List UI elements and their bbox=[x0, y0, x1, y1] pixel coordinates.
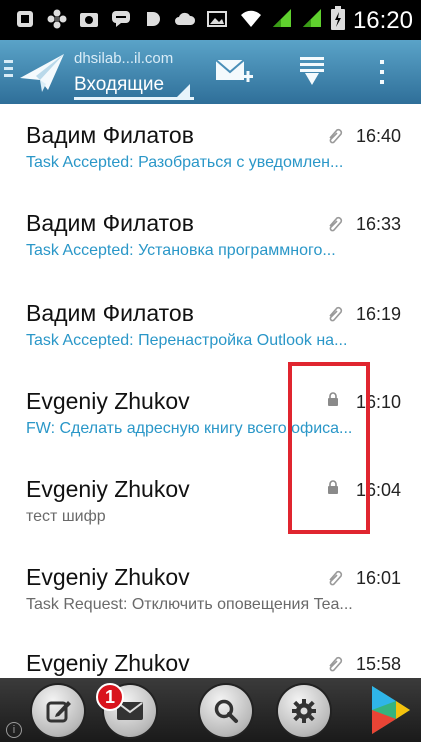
signal-icon bbox=[301, 7, 323, 34]
message-sender: Вадим Филатов bbox=[26, 210, 194, 236]
d-icon bbox=[142, 8, 164, 30]
sync-download-icon bbox=[300, 57, 324, 85]
message-time: 16:19 bbox=[355, 304, 401, 324]
message-time: 16:33 bbox=[355, 214, 401, 234]
message-subject: Task Request: Отключить оповещения Tea..… bbox=[26, 596, 353, 613]
info-icon[interactable]: i bbox=[6, 722, 22, 738]
compose-mail-icon bbox=[215, 59, 253, 82]
bottom-bar bbox=[0, 678, 421, 742]
message-sender: Evgeniy Zhukov bbox=[26, 388, 190, 414]
paperclip-icon bbox=[327, 568, 343, 591]
compose-icon bbox=[46, 701, 71, 723]
image-icon bbox=[206, 8, 228, 30]
folder-dropdown-icon[interactable] bbox=[176, 84, 190, 98]
battery-icon bbox=[330, 6, 345, 35]
settings-icon bbox=[292, 699, 316, 723]
sync-button[interactable] bbox=[292, 54, 332, 90]
message-subject: Task Accepted: Установка программного... bbox=[26, 242, 336, 259]
wifi-icon bbox=[239, 7, 263, 34]
message-sender: Вадим Филатов bbox=[26, 122, 194, 148]
message-sender: Evgeniy Zhukov bbox=[26, 650, 190, 676]
status-time: 16:20 bbox=[352, 6, 413, 34]
status-bar: 16:20 bbox=[0, 0, 421, 40]
message-subject: Task Accepted: Перенастройка Outlook на.… bbox=[26, 332, 348, 349]
account-email[interactable]: dhsilab...il.com bbox=[74, 50, 173, 67]
message-subject: Task Accepted: Разобраться с уведомлен..… bbox=[26, 154, 344, 171]
message-item[interactable]: Вадим Филатов 16:19 Task Accepted: Перен… bbox=[0, 284, 421, 372]
paperclip-icon bbox=[327, 654, 343, 677]
paperclip-icon bbox=[327, 126, 343, 149]
overflow-menu-icon bbox=[380, 60, 384, 84]
message-item[interactable]: Evgeniy Zhukov 16:01 Task Request: Отклю… bbox=[0, 552, 421, 640]
flower-icon bbox=[46, 8, 68, 30]
action-bar: dhsilab...il.com Входящие bbox=[0, 40, 421, 104]
camera-icon bbox=[78, 8, 100, 30]
message-sender: Evgeniy Zhukov bbox=[26, 476, 190, 502]
chat-icon bbox=[110, 8, 132, 30]
message-time: 16:01 bbox=[355, 568, 401, 588]
settings-button[interactable] bbox=[278, 685, 330, 737]
paperclip-icon bbox=[327, 214, 343, 237]
play-store-icon[interactable] bbox=[368, 684, 412, 741]
message-item[interactable]: Вадим Филатов 16:33 Task Accepted: Устан… bbox=[0, 196, 421, 284]
status-icons-left bbox=[14, 8, 228, 30]
paperclip-icon bbox=[327, 304, 343, 327]
compose-button[interactable] bbox=[32, 685, 84, 737]
message-time: 15:58 bbox=[355, 654, 401, 674]
highlight-box bbox=[288, 362, 370, 534]
menu-icon[interactable] bbox=[4, 58, 14, 85]
status-icons-right: 16:20 bbox=[239, 6, 413, 35]
cloud-icon bbox=[174, 8, 196, 30]
app-icon bbox=[14, 8, 36, 30]
message-item[interactable]: Evgeniy Zhukov 15:58 bbox=[0, 640, 421, 678]
compose-mail-button[interactable] bbox=[214, 54, 254, 90]
search-icon bbox=[214, 699, 238, 723]
message-item[interactable]: Вадим Филатов 16:40 Task Accepted: Разоб… bbox=[0, 104, 421, 192]
message-time: 16:40 bbox=[355, 126, 401, 146]
overflow-menu-button[interactable] bbox=[362, 54, 402, 90]
message-sender: Вадим Филатов bbox=[26, 300, 194, 326]
unread-badge: 1 bbox=[96, 683, 124, 711]
signal-icon bbox=[271, 7, 293, 34]
message-sender: Evgeniy Zhukov bbox=[26, 564, 190, 590]
search-button[interactable] bbox=[200, 685, 252, 737]
send-logo-icon[interactable] bbox=[18, 50, 66, 99]
